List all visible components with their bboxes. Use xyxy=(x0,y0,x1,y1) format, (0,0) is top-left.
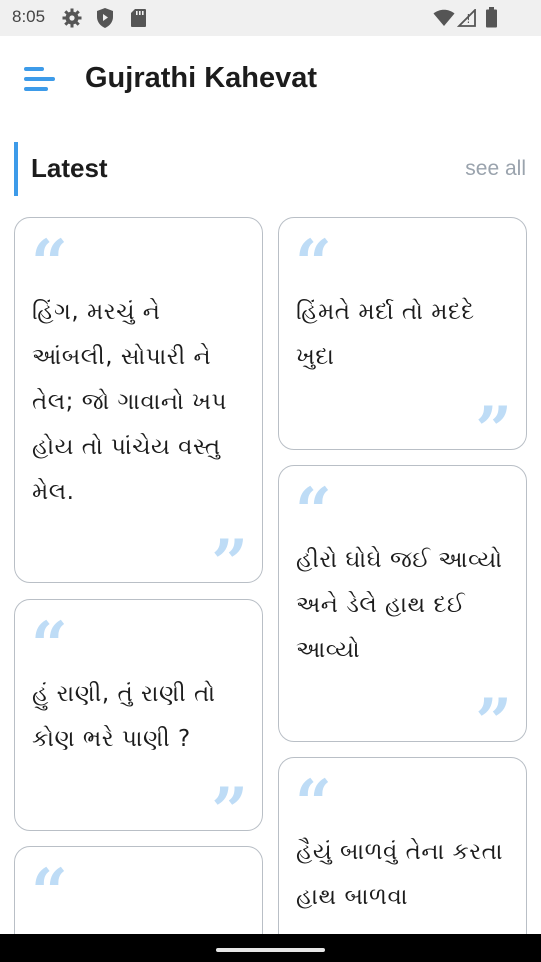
open-quote-icon: “ xyxy=(31,226,68,301)
close-quote-icon: ” xyxy=(211,526,248,601)
home-handle[interactable] xyxy=(216,948,325,952)
close-quote-icon: ” xyxy=(211,774,248,849)
shield-icon xyxy=(97,8,113,28)
status-time: 8:05 xyxy=(12,7,46,26)
quote-card[interactable]: “ હિંમતે મર્દા તો મદદે ખુદા ” xyxy=(278,217,527,463)
status-bar: 8:05 ! xyxy=(0,0,541,36)
quote-card[interactable]: “ હીરો ઘોઘે જઈ આવ્યો અને ડેલે હાથ દઈ આવ્… xyxy=(278,465,527,755)
close-quote-icon: ” xyxy=(475,685,512,760)
quote-text: હૈયું બાળવું તેના કરતા હાથ બાળવા xyxy=(296,839,504,910)
gear-icon xyxy=(62,8,82,28)
signal-icon: ! xyxy=(457,9,476,27)
quote-text: હું રાણી, તું રાણી તો કોણ ભરે પાણી ? xyxy=(32,681,216,752)
open-quote-icon: “ xyxy=(295,766,332,841)
quote-text: હિંગ, મરચું ને આંબલી, સોપારી ને તેલ; જો … xyxy=(32,299,227,505)
quote-card[interactable]: “ હૈયું બાળવું તેના કરતા હાથ બાળવા xyxy=(278,757,527,962)
quote-text: હિંમતે મર્દા તો મદદે ખુદા xyxy=(296,299,475,370)
open-quote-icon: “ xyxy=(295,474,332,549)
open-quote-icon: “ xyxy=(295,226,332,301)
wifi-icon xyxy=(433,9,455,26)
svg-text:!: ! xyxy=(466,12,471,26)
close-quote-icon: ” xyxy=(475,393,512,468)
quote-text: હીરો ઘોઘે જઈ આવ્યો અને ડેલે હાથ દઈ આવ્યો xyxy=(296,547,503,663)
section-accent-bar xyxy=(14,142,18,196)
app-title: Gujrathi Kahevat xyxy=(85,62,318,94)
menu-icon[interactable] xyxy=(24,66,58,92)
see-all-link[interactable]: see all xyxy=(465,157,526,181)
sd-card-icon xyxy=(131,9,146,27)
app-screen: 8:05 ! Gujrathi Kahevat Latest see all “… xyxy=(0,0,541,962)
battery-icon xyxy=(486,7,497,28)
open-quote-icon: “ xyxy=(31,608,68,683)
quote-card[interactable]: “ હિંગ, મરચું ને આંબલી, સોપારી ને તેલ; જ… xyxy=(14,217,263,596)
open-quote-icon: “ xyxy=(31,855,68,930)
quote-card[interactable]: “ હું રાણી, તું રાણી તો કોણ ભરે પાણી ? ” xyxy=(14,599,263,844)
section-title: Latest xyxy=(31,153,108,183)
